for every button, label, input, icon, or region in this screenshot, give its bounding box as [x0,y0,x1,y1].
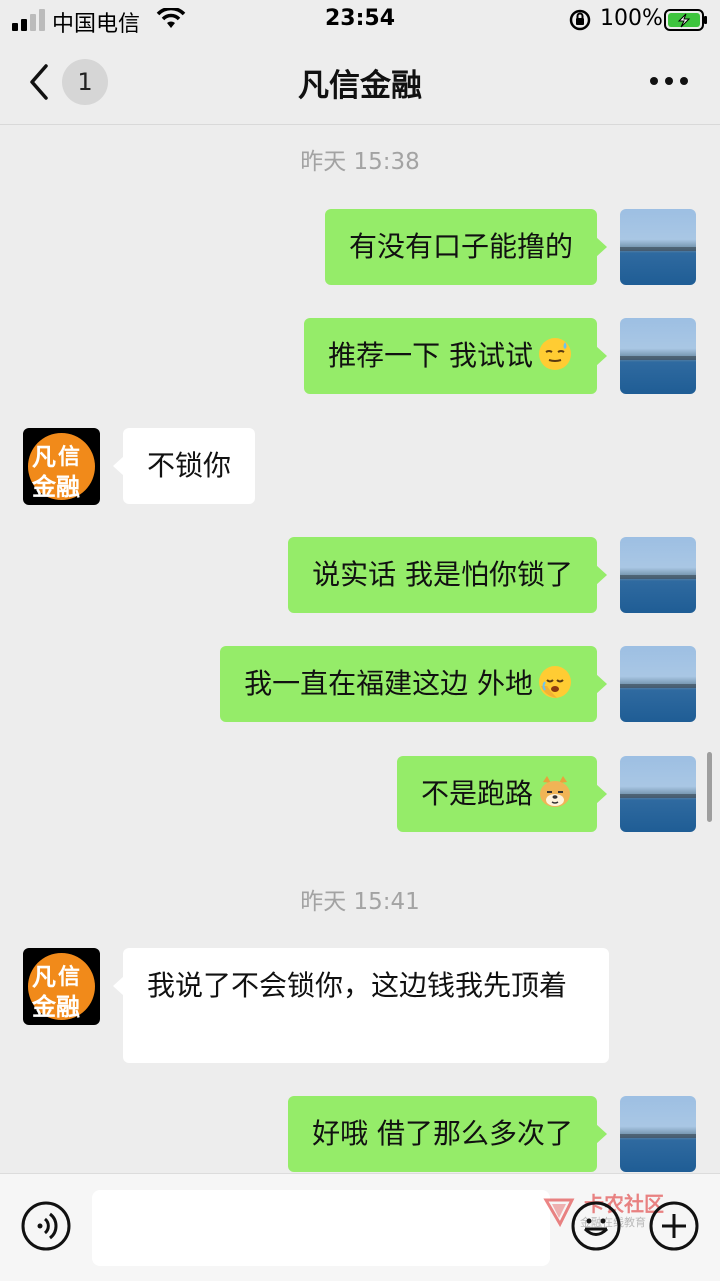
message-text: 不是跑路 [420,777,533,810]
rotation-lock-icon [569,9,591,31]
message-text: 说实话 我是怕你锁了 [312,558,573,591]
logo-char: 融 [56,473,80,501]
voice-input-icon[interactable] [20,1200,72,1252]
message-text: 我一直在福建这边 外地 [244,667,533,700]
my-avatar[interactable] [620,318,696,394]
my-avatar[interactable] [620,537,696,613]
message-timestamp: 昨天 15:41 [300,889,420,915]
message-text: 有没有口子能撸的 [348,230,573,263]
message-text: 好哦 借了那么多次了 [312,1117,573,1150]
battery-percent: 100% [600,6,663,31]
my-avatar[interactable] [620,756,696,832]
message-row: 推荐一下 我试试 [0,318,720,396]
outgoing-message-bubble[interactable]: 说实话 我是怕你锁了 [288,537,607,613]
sweat-smile-emoji-icon [539,338,571,370]
my-avatar[interactable] [620,1096,696,1172]
outgoing-message-bubble[interactable]: 不是跑路 [396,756,608,832]
message-input[interactable] [92,1190,550,1266]
outgoing-message-bubble[interactable]: 我一直在福建这边 外地 [220,646,607,722]
message-row: 凡 信 金 融 我说了不会锁你，这边钱我先顶着 [0,948,720,1064]
message-text: 推荐一下 我试试 [328,339,533,372]
emoji-icon[interactable] [570,1200,622,1252]
my-avatar[interactable] [620,209,696,285]
outgoing-message-bubble[interactable]: 推荐一下 我试试 [304,318,607,394]
message-row: 有没有口子能撸的 [0,209,720,287]
message-timestamp: 昨天 15:38 [300,149,420,175]
outgoing-message-bubble[interactable]: 好哦 借了那么多次了 [288,1096,607,1172]
status-bar: 中国电信 23:54 100% [0,0,720,40]
incoming-message-bubble[interactable]: 我说了不会锁你，这边钱我先顶着 [113,948,609,1063]
more-options-icon[interactable] [644,66,694,96]
chat-scrollbar[interactable] [707,752,712,822]
outgoing-message-bubble[interactable]: 有没有口子能撸的 [324,209,608,285]
battery-icon [664,9,707,31]
message-text: 不锁你 [147,449,232,482]
contact-logo: 凡 信 金 融 [28,433,95,501]
chat-header: 1 凡信金融 [0,40,720,125]
contact-avatar[interactable]: 凡 信 金 融 [23,948,100,1025]
message-row: 说实话 我是怕你锁了 [0,537,720,615]
contact-avatar[interactable]: 凡 信 金 融 [23,428,100,505]
contact-logo: 凡 信 金 融 [28,953,95,1021]
logo-char: 融 [56,993,80,1021]
my-avatar[interactable] [620,646,696,722]
message-text: 我说了不会锁你，这边钱我先顶着 [147,969,568,1002]
facepalm-emoji-icon [539,666,571,698]
logo-char: 金 [32,473,56,501]
logo-char: 金 [32,993,56,1021]
message-row: 不是跑路 [0,756,720,834]
plus-icon[interactable] [648,1200,700,1252]
incoming-message-bubble[interactable]: 不锁你 [112,428,256,504]
message-row: 好哦 借了那么多次了 [0,1096,720,1174]
message-row: 凡 信 金 融 不锁你 [0,428,720,506]
doge-emoji-icon [540,776,570,807]
input-toolbar: 卡农社区 金融在线教育 [0,1173,720,1281]
chat-title: 凡信金融 [298,68,422,104]
message-row: 我一直在福建这边 外地 [0,646,720,724]
